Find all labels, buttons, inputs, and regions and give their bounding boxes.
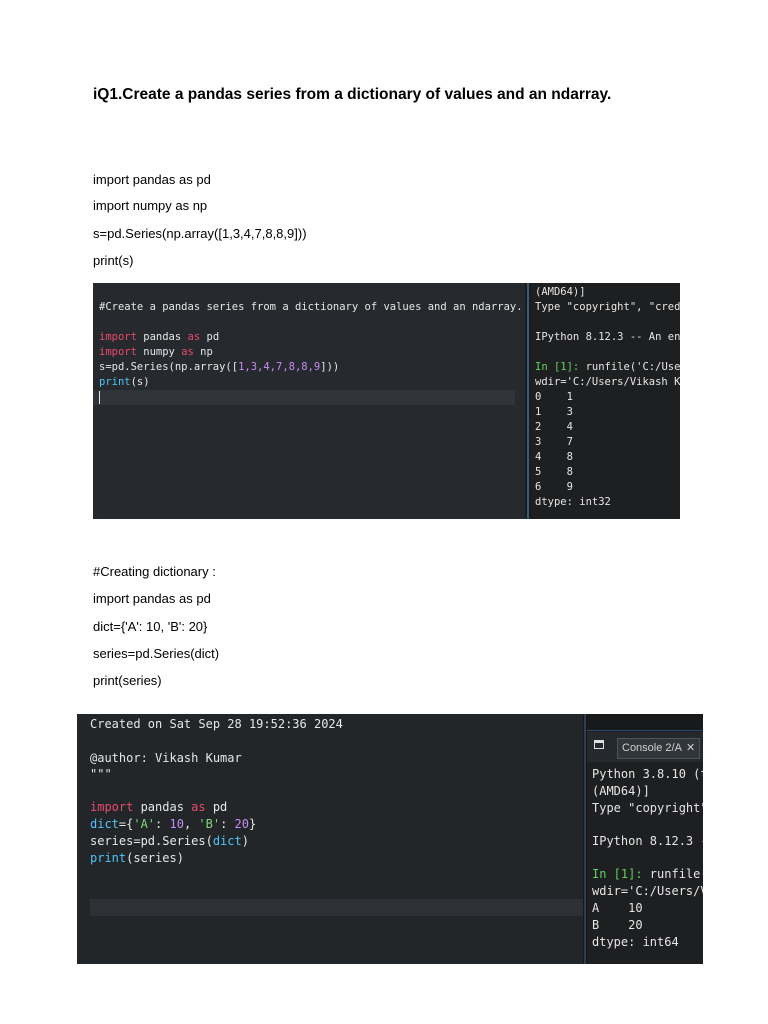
ide-screenshot-1: #Create a pandas series from a dictionar… [93, 283, 680, 519]
console-line: Python 3.8.10 (t [592, 767, 703, 781]
alias: pd [200, 331, 220, 343]
console-line: (AMD64)] [535, 286, 586, 298]
console-line: IPython 8.12.3 -- An enh [535, 331, 680, 343]
code-text: series=pd.Series( [90, 834, 213, 848]
string-literal: 'A' [133, 817, 156, 831]
code-line: dict={'A': 10, 'B': 20} [93, 619, 208, 634]
console-output-row: A 10 [592, 901, 643, 915]
console-window-icon[interactable] [594, 740, 604, 749]
editor-line: s=pd.Series(np.array([1,3,4,7,8,8,9])) [99, 360, 339, 375]
console-text: runfile( [642, 867, 703, 881]
string-literal: 'B' [198, 817, 221, 831]
console-prompt: In [1]: [535, 361, 580, 373]
number-literal: 10 [169, 817, 184, 831]
console-tab-bar: Console 2/A ✕ [587, 732, 703, 762]
console-line: wdir='C:/Users/V [592, 884, 703, 898]
section-heading: #Creating dictionary : [93, 564, 216, 579]
code-text: } [249, 817, 257, 831]
editor-line: import pandas as pd [99, 330, 219, 345]
builtin-name: dict [212, 834, 242, 848]
ipython-console-pane: Console 2/A ✕ Python 3.8.10 (t (AMD64)] T… [587, 714, 703, 964]
code-text: ={ [118, 817, 134, 831]
keyword: import [99, 346, 137, 358]
module-name: pandas [133, 800, 192, 814]
code-editor-pane: Created on Sat Sep 28 19:52:36 2024 @aut… [77, 714, 583, 964]
console-line: IPython 8.12.3 - [592, 834, 703, 848]
ipython-console-pane: (AMD64)] Type "copyright", "credi IPytho… [531, 283, 680, 519]
console-toolbar [587, 714, 703, 731]
console-line: Type "copyright" [592, 801, 703, 815]
builtin-function: print [90, 851, 127, 865]
text-cursor [99, 391, 100, 404]
ide-screenshot-2: Created on Sat Sep 28 19:52:36 2024 @aut… [77, 714, 703, 964]
keyword: as [187, 331, 201, 343]
code-line: import numpy as np [93, 198, 208, 213]
console-output-row: 3 7 [535, 436, 573, 448]
console-output-row: 4 8 [535, 451, 573, 463]
console-output-row: 5 8 [535, 466, 573, 478]
code-text: , [183, 817, 199, 831]
console-output-row: 1 3 [535, 406, 573, 418]
code-line: print(s) [93, 253, 134, 268]
code-line: import pandas as pd [93, 591, 211, 606]
tab-console-2a[interactable]: Console 2/A ✕ [617, 738, 701, 759]
editor-comment: #Create a pandas series from a dictionar… [99, 301, 523, 313]
builtin-function: print [99, 376, 131, 388]
keyword: import [90, 800, 134, 814]
console-line: In [1]: runfile('C:/User [535, 360, 680, 375]
editor-docstring: Created on Sat Sep 28 19:52:36 2024 [90, 717, 343, 731]
number-literal: 20 [234, 817, 249, 831]
code-text: : [220, 817, 235, 831]
number-list: 1,3,4,7,8,8,9 [238, 361, 321, 373]
current-line-highlight [93, 390, 515, 405]
module-name: pandas [136, 331, 188, 343]
editor-line: print(series) [90, 850, 184, 867]
console-line: In [1]: runfile( [592, 866, 703, 883]
code-text: (s) [130, 376, 150, 388]
console-line: (AMD64)] [592, 784, 650, 798]
code-text: ) [241, 834, 249, 848]
code-text: ])) [320, 361, 340, 373]
console-line: wdir='C:/Users/Vikash Ku [535, 376, 680, 388]
code-text: : [155, 817, 170, 831]
module-name: numpy [136, 346, 182, 358]
code-line: series=pd.Series(dict) [93, 646, 220, 661]
console-dtype: dtype: int64 [592, 935, 679, 949]
console-prompt: In [1]: [592, 867, 643, 881]
code-text: s=pd.Series(np.array([ [99, 361, 239, 373]
alias: pd [205, 800, 228, 814]
close-icon[interactable]: ✕ [686, 742, 695, 754]
editor-line: import pandas as pd [90, 799, 227, 816]
editor-line: import numpy as np [99, 345, 213, 360]
current-line-highlight [90, 899, 583, 916]
editor-docstring: @author: Vikash Kumar [90, 751, 242, 765]
editor-docstring: """ [90, 767, 112, 781]
console-text: runfile('C:/User [579, 361, 680, 373]
question-title: iQ1.Create a pandas series from a dictio… [93, 86, 612, 103]
console-output-row: 0 1 [535, 391, 573, 403]
keyword: as [191, 800, 206, 814]
tab-label: Console 2/A [622, 742, 682, 754]
code-editor-pane: #Create a pandas series from a dictionar… [93, 283, 525, 519]
console-output-row: B 20 [592, 918, 643, 932]
editor-line: series=pd.Series(dict) [90, 833, 249, 850]
editor-line: dict={'A': 10, 'B': 20} [90, 816, 256, 833]
code-line: s=pd.Series(np.array([1,3,4,7,8,8,9])) [93, 226, 307, 241]
console-output-row: 6 9 [535, 481, 573, 493]
editor-line: print(s) [99, 375, 150, 390]
pane-divider-line [584, 714, 586, 964]
code-line: print(series) [93, 673, 162, 688]
code-line: import pandas as pd [93, 172, 211, 187]
keyword: as [181, 346, 194, 358]
builtin-name: dict [90, 817, 119, 831]
pane-divider-line [527, 283, 529, 519]
alias: np [193, 346, 213, 358]
console-dtype: dtype: int32 [535, 496, 611, 508]
console-output-row: 2 4 [535, 421, 573, 433]
keyword: import [99, 331, 137, 343]
console-line: Type "copyright", "credi [535, 301, 680, 313]
code-text: (series) [126, 851, 184, 865]
